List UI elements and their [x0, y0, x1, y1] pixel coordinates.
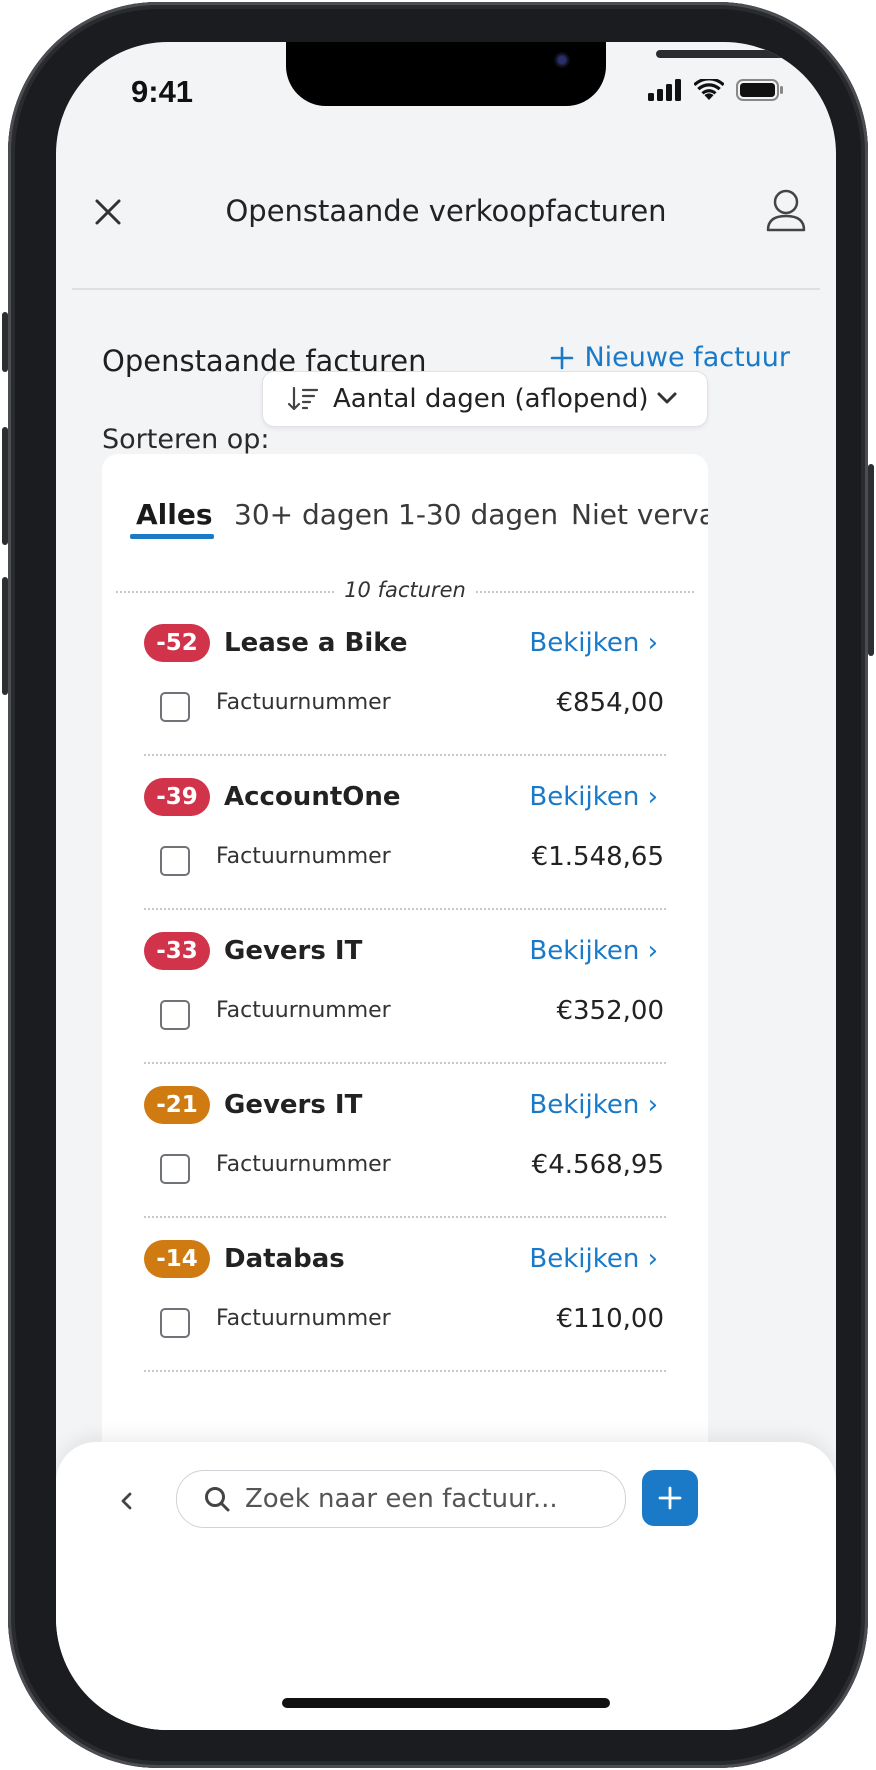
- chevron-right-icon: ›: [647, 782, 658, 812]
- row-divider: [144, 754, 666, 756]
- active-tab-indicator: [130, 534, 214, 539]
- view-link-label: Bekijken: [529, 1244, 640, 1274]
- client-name: Gevers IT: [224, 936, 363, 966]
- invoice-number-label: Factuurnummer: [216, 1306, 391, 1331]
- view-link-label: Bekijken: [529, 1090, 640, 1120]
- search-field: [176, 1470, 626, 1528]
- new-invoice-label: Nieuwe factuur: [584, 342, 790, 373]
- invoice-amount: €4.568,95: [531, 1150, 664, 1180]
- phone-frame: 9:41 Openstaande verkoopfacturen Opensta…: [2, 2, 874, 1768]
- tab-not-overdue[interactable]: Niet vervallen: [571, 498, 708, 531]
- front-camera: [554, 52, 570, 68]
- invoice-row: -39 AccountOne Bekijken › Factuurnummer …: [102, 768, 708, 922]
- invoice-amount: €854,00: [556, 688, 664, 718]
- filter-tabs: Alles 30+ dagen 1-30 dagen Niet vervalle…: [102, 454, 708, 554]
- invoice-row: -14 Databas Bekijken › Factuurnummer €11…: [102, 1230, 708, 1384]
- view-invoice-link[interactable]: Bekijken ›: [529, 1086, 658, 1124]
- tab-30-plus-days[interactable]: 30+ dagen: [234, 498, 390, 531]
- days-overdue-badge: -39: [144, 778, 210, 816]
- chevron-right-icon: ›: [647, 1244, 658, 1274]
- row-divider: [144, 1216, 666, 1218]
- status-icons: [648, 78, 784, 102]
- phone-side-button: [2, 312, 8, 372]
- search-input[interactable]: [243, 1483, 607, 1515]
- view-invoice-link[interactable]: Bekijken ›: [529, 932, 658, 970]
- view-link-label: Bekijken: [529, 628, 640, 658]
- invoice-amount: €352,00: [556, 996, 664, 1026]
- user-icon: [766, 189, 806, 232]
- days-overdue-badge: -33: [144, 932, 210, 970]
- invoice-checkbox[interactable]: [160, 1308, 190, 1338]
- plus-icon: [551, 346, 574, 369]
- days-overdue-badge: -52: [144, 624, 210, 662]
- phone-volume-down-button: [2, 577, 8, 695]
- view-link-label: Bekijken: [529, 782, 640, 812]
- invoice-amount: €110,00: [556, 1304, 664, 1334]
- client-name: Databas: [224, 1244, 345, 1274]
- client-name: Gevers IT: [224, 1090, 363, 1120]
- home-indicator: [282, 1698, 610, 1708]
- battery-icon: [736, 79, 783, 101]
- invoice-row: -33 Gevers IT Bekijken › Factuurnummer €…: [102, 922, 708, 1076]
- row-divider: [144, 908, 666, 910]
- view-invoice-link[interactable]: Bekijken ›: [529, 778, 658, 816]
- nav-divider: [72, 288, 820, 290]
- days-overdue-badge: -21: [144, 1086, 210, 1124]
- sort-label: Sorteren op:: [102, 424, 270, 455]
- row-divider: [144, 1062, 666, 1064]
- days-overdue-badge: -14: [144, 1240, 210, 1278]
- chevron-right-icon: ›: [647, 1090, 658, 1120]
- invoice-checkbox[interactable]: [160, 692, 190, 722]
- app-screen: 9:41 Openstaande verkoopfacturen Opensta…: [56, 42, 836, 1730]
- invoice-number-label: Factuurnummer: [216, 1152, 391, 1177]
- sort-value: Aantal dagen (aflopend): [333, 384, 649, 414]
- invoice-number-label: Factuurnummer: [216, 690, 391, 715]
- phone-volume-up-button: [2, 427, 8, 545]
- bottom-toolbar: [56, 1442, 836, 1730]
- invoice-count-label: 10 facturen: [336, 578, 474, 602]
- invoice-checkbox[interactable]: [160, 1154, 190, 1184]
- invoice-number-label: Factuurnummer: [216, 998, 391, 1023]
- tab-1-30-days[interactable]: 1-30 dagen: [398, 498, 558, 531]
- sort-descending-icon: [287, 386, 319, 411]
- add-button[interactable]: [642, 1470, 698, 1526]
- dynamic-island: [286, 42, 794, 106]
- invoice-checkbox[interactable]: [160, 1000, 190, 1030]
- view-link-label: Bekijken: [529, 936, 640, 966]
- client-name: AccountOne: [224, 782, 401, 812]
- invoice-amount: €1.548,65: [531, 842, 664, 872]
- search-icon: [205, 1487, 230, 1512]
- invoice-number-label: Factuurnummer: [216, 844, 391, 869]
- page-title: Openstaande verkoopfacturen: [225, 194, 667, 228]
- view-invoice-link[interactable]: Bekijken ›: [529, 1240, 658, 1278]
- plus-icon: [658, 1486, 682, 1510]
- tab-all[interactable]: Alles: [136, 498, 213, 531]
- invoice-row: -52 Lease a Bike Bekijken › Factuurnumme…: [102, 614, 708, 768]
- row-divider: [144, 1370, 666, 1372]
- speaker-grille: [656, 50, 794, 58]
- client-name: Lease a Bike: [224, 628, 408, 658]
- invoice-row: -21 Gevers IT Bekijken › Factuurnummer €…: [102, 1076, 708, 1230]
- invoice-count: 10 facturen: [102, 578, 708, 602]
- chevron-down-icon: [657, 392, 677, 404]
- back-button[interactable]: [112, 1486, 142, 1516]
- sort-select[interactable]: Aantal dagen (aflopend): [262, 371, 708, 427]
- status-time: 9:41: [131, 74, 194, 109]
- view-invoice-link[interactable]: Bekijken ›: [529, 624, 658, 662]
- chevron-right-icon: ›: [647, 936, 658, 966]
- phone-power-button: [868, 464, 874, 656]
- chevron-right-icon: ›: [647, 628, 658, 658]
- wifi-icon: [694, 79, 724, 100]
- invoice-checkbox[interactable]: [160, 846, 190, 876]
- chevron-left-icon: [121, 1492, 132, 1510]
- cellular-signal-icon: [648, 79, 681, 101]
- navigation-bar: Openstaande verkoopfacturen: [56, 170, 836, 260]
- user-profile-button[interactable]: [762, 186, 810, 236]
- new-invoice-link[interactable]: Nieuwe factuur: [550, 342, 790, 373]
